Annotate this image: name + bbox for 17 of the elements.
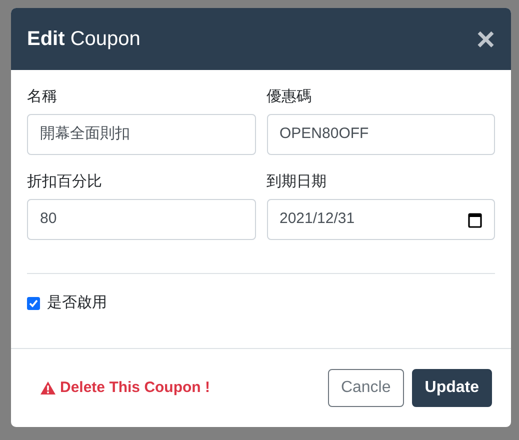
dialog-title: Edit Coupon <box>27 27 140 52</box>
field-label: 到期日期 <box>266 172 328 192</box>
update-button[interactable]: Update <box>412 369 492 407</box>
input-field[interactable]: 80 <box>27 199 256 240</box>
field-label: 名稱 <box>27 87 58 107</box>
date-field[interactable]: 2021/12/31 <box>266 199 495 240</box>
calendar-icon[interactable] <box>468 212 482 228</box>
enabled-checkbox[interactable] <box>27 296 40 310</box>
input-field[interactable]: OPEN80OFF <box>266 114 495 155</box>
field-label: 優惠碼 <box>266 87 312 107</box>
close-button[interactable]: × <box>476 23 495 55</box>
delete-link[interactable]: Delete This Coupon ! <box>40 376 210 400</box>
checkbox-label: 是否啟用 <box>47 293 107 313</box>
warning-icon <box>40 381 56 395</box>
field-label: 折扣百分比 <box>27 172 103 192</box>
cancel-button[interactable]: Cancle <box>328 369 404 407</box>
input-field[interactable]: 開幕全面則扣 <box>27 114 256 155</box>
